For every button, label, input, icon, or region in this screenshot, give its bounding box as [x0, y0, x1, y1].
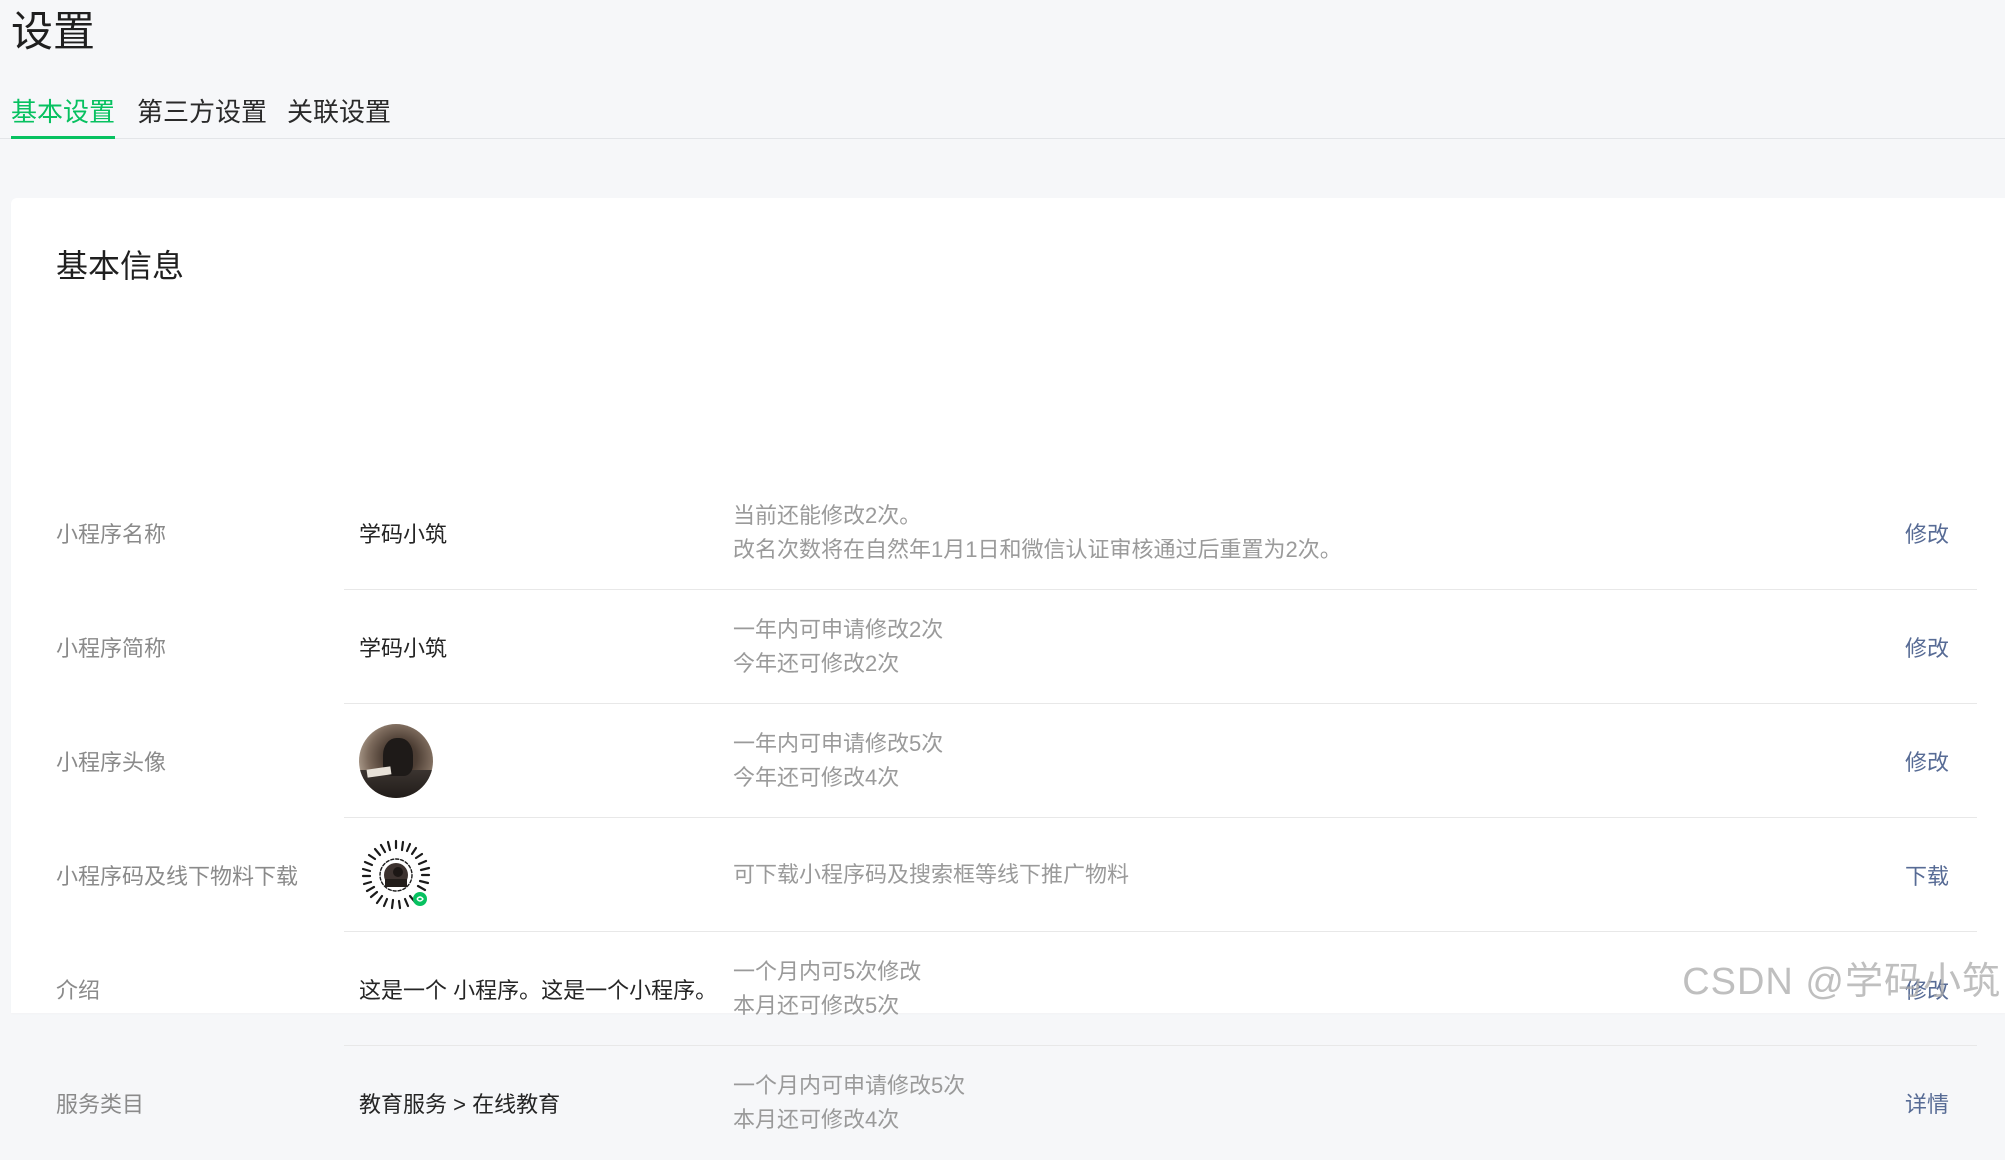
row-desc: 可下载小程序码及搜索框等线下推广物料 [733, 818, 1129, 932]
row-value [359, 704, 433, 818]
row-value [359, 818, 433, 932]
row-value: 这是一个 小程序。这是一个小程序。 [359, 978, 718, 1003]
row-service-category: 服务类目 教育服务 > 在线教育 一个月内可申请修改5次 本月还可修改4次 详情 [11, 1046, 2005, 1160]
row-desc: 当前还能修改2次。 改名次数将在自然年1月1日和微信认证审核通过后重置为2次。 [733, 476, 1342, 590]
modify-name-link[interactable]: 修改 [1905, 476, 1949, 590]
modify-avatar-link[interactable]: 修改 [1905, 704, 1949, 818]
row-desc: 一个月内可申请修改5次 本月还可修改4次 [733, 1046, 965, 1160]
page-title: 设置 [11, 8, 96, 55]
service-category-details-link[interactable]: 详情 [1905, 1046, 1949, 1160]
desc-line: 一个月内可申请修改5次 [733, 1073, 966, 1098]
row-value: 学码小筑 [359, 636, 448, 661]
row-label: 小程序名称 [56, 522, 167, 547]
desc-line: 一个月内可5次修改 [733, 959, 922, 984]
desc-line: 今年还可修改2次 [733, 651, 900, 676]
desc-line: 一年内可申请修改2次 [733, 617, 944, 642]
desc-line: 今年还可修改4次 [733, 765, 900, 790]
tab-related-settings[interactable]: 关联设置 [287, 92, 391, 136]
tab-third-party-settings[interactable]: 第三方设置 [137, 92, 267, 136]
row-label: 小程序码及线下物料下载 [56, 864, 299, 889]
row-short-name: 小程序简称 学码小筑 一年内可申请修改2次 今年还可修改2次 修改 [11, 590, 2005, 704]
row-avatar: 小程序头像 一年内可申请修改5次 今年还可修改4次 修改 [11, 704, 2005, 818]
tab-basic-settings[interactable]: 基本设置 [11, 92, 116, 139]
row-mini-program-code: 小程序码及线下物料下载 可下载小程序码及搜索框等线下推广物料 下载 [11, 818, 2005, 932]
basic-info-card: 基本信息 小程序名称 学码小筑 当前还能修改2次。 改名次数将在自然年1月1日和… [11, 198, 2005, 1132]
watermark: CSDN @学码小筑 [1682, 961, 2001, 1003]
section-title: 基本信息 [56, 248, 185, 284]
row-desc: 一年内可申请修改2次 今年还可修改2次 [733, 590, 943, 704]
row-label: 服务类目 [56, 1092, 145, 1117]
desc-line: 改名次数将在自然年1月1日和微信认证审核通过后重置为2次。 [733, 537, 1342, 562]
mini-program-code-icon [359, 838, 433, 912]
row-value: 学码小筑 [359, 522, 448, 547]
row-name: 小程序名称 学码小筑 当前还能修改2次。 改名次数将在自然年1月1日和微信认证审… [11, 476, 2005, 590]
avatar [359, 724, 433, 798]
row-label: 小程序头像 [56, 750, 167, 775]
desc-line: 当前还能修改2次。 [733, 503, 922, 528]
row-label: 介绍 [56, 978, 101, 1003]
modify-short-name-link[interactable]: 修改 [1905, 590, 1949, 704]
row-desc: 一年内可申请修改5次 今年还可修改4次 [733, 704, 943, 818]
row-label: 小程序简称 [56, 636, 167, 661]
settings-tabs: 基本设置 第三方设置 关联设置 [0, 92, 2005, 139]
desc-line: 可下载小程序码及搜索框等线下推广物料 [733, 862, 1130, 887]
desc-line: 一年内可申请修改5次 [733, 731, 944, 756]
desc-line: 本月还可修改4次 [733, 1107, 900, 1132]
desc-line: 本月还可修改5次 [733, 993, 900, 1018]
download-code-link[interactable]: 下载 [1905, 818, 1949, 932]
row-desc: 一个月内可5次修改 本月还可修改5次 [733, 932, 921, 1046]
row-value: 教育服务 > 在线教育 [359, 1092, 561, 1117]
